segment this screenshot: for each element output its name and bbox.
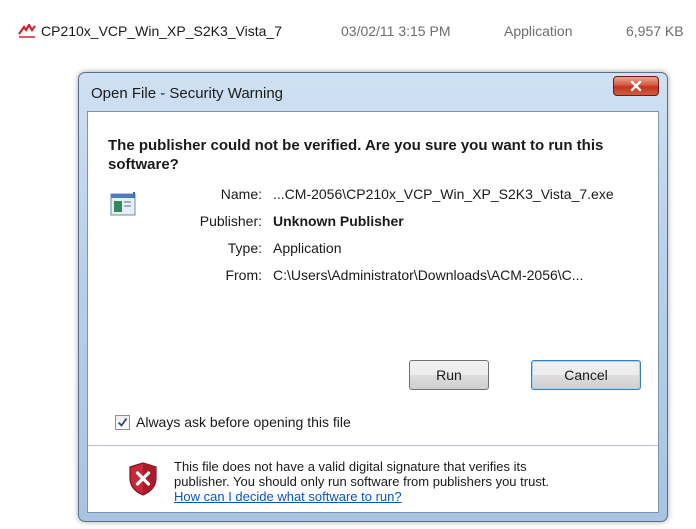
explorer-file-row[interactable]: CP210x_VCP_Win_XP_S2K3_Vista_7 03/02/11 …	[14, 18, 696, 46]
detail-row-type: Type: Application	[88, 240, 660, 260]
dialog-title: Open File - Security Warning	[91, 85, 284, 102]
security-shield-icon	[128, 462, 158, 496]
warning-line: This file does not have a valid digital …	[174, 459, 527, 474]
publisher-warning-heading: The publisher could not be verified. Are…	[108, 137, 604, 173]
detail-value: C:\Users\Administrator\Downloads\ACM-205…	[273, 267, 584, 283]
detail-value: Application	[273, 240, 342, 256]
detail-label: Name:	[220, 186, 262, 202]
dialog-body: The publisher could not be verified. Are…	[87, 111, 659, 513]
detail-label: From:	[225, 267, 262, 283]
application-file-icon	[18, 22, 36, 38]
always-ask-label[interactable]: Always ask before opening this file	[136, 414, 351, 430]
detail-row-publisher: Publisher: Unknown Publisher	[88, 213, 660, 233]
security-warning-dialog: Open File - Security Warning The publish…	[78, 72, 668, 522]
detail-row-from: From: C:\Users\Administrator\Downloads\A…	[88, 267, 660, 287]
detail-value: Unknown Publisher	[273, 213, 404, 229]
title-bar[interactable]: Open File - Security Warning	[79, 73, 667, 111]
detail-value: ...CM-2056\CP210x_VCP_Win_XP_S2K3_Vista_…	[273, 186, 614, 202]
file-size: 6,957 KB	[626, 23, 684, 39]
checkmark-icon	[117, 417, 128, 427]
close-icon	[630, 80, 642, 92]
close-button[interactable]	[613, 76, 659, 96]
detail-label: Publisher:	[199, 213, 262, 229]
warning-line: publisher. You should only run software …	[174, 474, 550, 489]
detail-label: Type:	[227, 240, 262, 256]
run-button[interactable]: Run	[409, 360, 489, 390]
file-type: Application	[504, 23, 573, 39]
help-link[interactable]: How can I decide what software to run?	[174, 489, 654, 504]
file-name: CP210x_VCP_Win_XP_S2K3_Vista_7	[41, 23, 283, 39]
file-date-modified: 03/02/11 3:15 PM	[341, 23, 451, 39]
detail-row-name: Name: ...CM-2056\CP210x_VCP_Win_XP_S2K3_…	[88, 186, 660, 206]
unsigned-file-warning: This file does not have a valid digital …	[174, 459, 654, 504]
always-ask-checkbox[interactable]	[115, 415, 130, 430]
cancel-button[interactable]: Cancel	[531, 360, 641, 390]
